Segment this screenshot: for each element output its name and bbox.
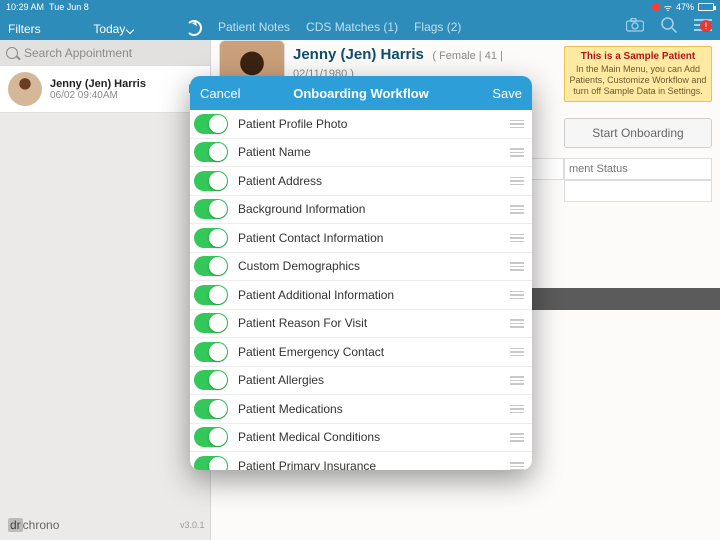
workflow-item-label: Patient Medications [238,402,343,416]
avatar [8,72,42,106]
toggle-switch[interactable] [194,142,228,162]
sample-notice: This is a Sample Patient In the Main Men… [564,46,712,102]
workflow-item[interactable]: Patient Medical Conditions [190,424,532,453]
drag-handle-icon[interactable] [510,462,524,470]
search-icon[interactable] [660,16,678,34]
workflow-item[interactable]: Patient Primary Insurance [190,452,532,470]
brand-logo: drchrono [8,518,59,532]
drag-handle-icon[interactable] [510,177,524,186]
workflow-item-label: Patient Profile Photo [238,117,347,131]
workflow-item[interactable]: Patient Reason For Visit [190,310,532,339]
workflow-item[interactable]: Patient Emergency Contact [190,338,532,367]
filters-button[interactable]: Filters [8,22,41,36]
today-dropdown[interactable]: Today [93,22,133,36]
drag-handle-icon[interactable] [510,433,524,442]
search-icon [6,47,18,59]
appointment-sidebar: Search Appointment Jenny (Jen) Harris 06… [0,40,210,540]
toggle-switch[interactable] [194,342,228,362]
drag-handle-icon[interactable] [510,120,524,129]
toggle-switch[interactable] [194,427,228,447]
workflow-item[interactable]: Patient Additional Information [190,281,532,310]
toggle-switch[interactable] [194,256,228,276]
modal-title: Onboarding Workflow [190,86,532,101]
drag-handle-icon[interactable] [510,376,524,385]
tab-flags[interactable]: Flags (2) [414,20,461,34]
workflow-list[interactable]: Patient Profile Photo Patient Name Patient… [190,110,532,470]
status-field[interactable] [564,158,712,180]
toggle-switch[interactable] [194,399,228,419]
workflow-item-label: Patient Emergency Contact [238,345,384,359]
cancel-button[interactable]: Cancel [200,86,240,101]
workflow-item[interactable]: Custom Demographics [190,253,532,282]
toggle-switch[interactable] [194,114,228,134]
tab-cds-matches[interactable]: CDS Matches (1) [306,20,398,34]
appointment-time: 06/02 09:40AM [50,90,180,101]
menu-icon[interactable]: ! [694,16,712,34]
tab-patient-notes[interactable]: Patient Notes [218,20,290,34]
onboarding-workflow-modal: Cancel Onboarding Workflow Save Patient … [190,76,532,470]
workflow-item[interactable]: Patient Profile Photo [190,110,532,139]
toggle-switch[interactable] [194,228,228,248]
toggle-switch[interactable] [194,456,228,470]
search-input[interactable]: Search Appointment [0,40,210,66]
recording-indicator-icon [652,3,660,11]
workflow-item-label: Patient Reason For Visit [238,316,367,330]
drag-handle-icon[interactable] [510,148,524,157]
workflow-item-label: Patient Additional Information [238,288,394,302]
drag-handle-icon[interactable] [510,262,524,271]
workflow-item-label: Custom Demographics [238,259,360,273]
appointment-row[interactable]: Jenny (Jen) Harris 06/02 09:40AM Ex [0,66,210,113]
blank-field[interactable] [564,180,712,202]
drag-handle-icon[interactable] [510,348,524,357]
refresh-icon[interactable] [186,20,202,36]
toggle-switch[interactable] [194,370,228,390]
appointment-name: Jenny (Jen) Harris [50,78,180,90]
workflow-item[interactable]: Patient Contact Information [190,224,532,253]
workflow-item-label: Patient Medical Conditions [238,430,380,444]
toggle-switch[interactable] [194,199,228,219]
workflow-item[interactable]: Patient Medications [190,395,532,424]
workflow-item[interactable]: Patient Name [190,139,532,168]
save-button[interactable]: Save [492,86,522,101]
workflow-item[interactable]: Patient Address [190,167,532,196]
camera-icon[interactable] [626,16,644,34]
toggle-switch[interactable] [194,285,228,305]
workflow-item-label: Patient Primary Insurance [238,459,376,470]
workflow-item-label: Patient Name [238,145,311,159]
version-label: v3.0.1 [180,520,205,530]
alert-badge: ! [700,20,712,32]
workflow-item-label: Patient Address [238,174,322,188]
patient-name: Jenny (Jen) Harris [293,46,424,63]
status-bar: 10:29 AM Tue Jun 8 ᯤ 47% [0,0,720,14]
battery-icon [698,3,714,11]
drag-handle-icon[interactable] [510,234,524,243]
drag-handle-icon[interactable] [510,319,524,328]
toggle-switch[interactable] [194,313,228,333]
workflow-item-label: Patient Contact Information [238,231,383,245]
chevron-down-icon [126,26,134,34]
start-onboarding-button[interactable]: Start Onboarding [564,118,712,148]
drag-handle-icon[interactable] [510,291,524,300]
toggle-switch[interactable] [194,171,228,191]
workflow-item-label: Patient Allergies [238,373,324,387]
workflow-item[interactable]: Patient Allergies [190,367,532,396]
drag-handle-icon[interactable] [510,405,524,414]
workflow-item[interactable]: Background Information [190,196,532,225]
drag-handle-icon[interactable] [510,205,524,214]
workflow-item-label: Background Information [238,202,365,216]
